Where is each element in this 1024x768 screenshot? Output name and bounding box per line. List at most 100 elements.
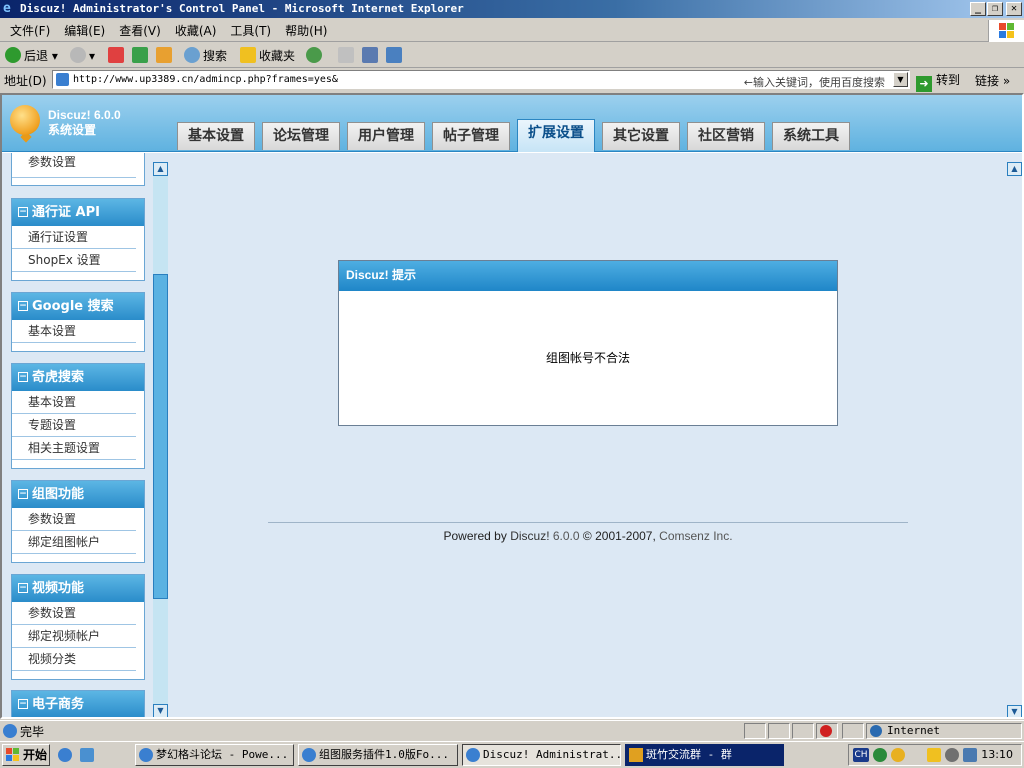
menu-help[interactable]: 帮助(H) [278, 20, 334, 42]
qq-group-icon [629, 748, 643, 762]
tab-basic-settings[interactable]: 基本设置 [177, 122, 255, 150]
sidebar-item-params[interactable]: 参数设置 [12, 153, 136, 178]
close-button[interactable]: ✕ [1006, 2, 1022, 16]
product-link[interactable]: Discuz! 6.0.0 [510, 529, 579, 543]
links-button[interactable]: 链接 » [975, 72, 1010, 89]
company-link[interactable]: Comsenz Inc. [659, 529, 732, 543]
collapse-icon[interactable]: − [18, 489, 28, 499]
tab-post-management[interactable]: 帖子管理 [432, 122, 510, 150]
scroll-down-icon[interactable]: ▼ [153, 704, 168, 717]
clock: 13:10 [981, 748, 1013, 761]
print-button[interactable] [362, 47, 381, 65]
address-input[interactable]: http://www.up3389.cn/admincp.php?frames=… [52, 70, 910, 89]
search-button[interactable]: 搜索 [184, 47, 227, 65]
tab-other-settings[interactable]: 其它设置 [602, 122, 680, 150]
main-scrollbar[interactable]: ▲ ▼ [1007, 162, 1022, 717]
start-button[interactable]: 开始 [2, 744, 50, 766]
tab-forum-management[interactable]: 论坛管理 [262, 122, 340, 150]
sidebar-item[interactable]: 专题设置 [12, 414, 136, 437]
scrollbar-thumb[interactable] [153, 274, 168, 599]
group-title-text: 视频功能 [32, 581, 85, 596]
go-arrow-icon: ➜ [916, 76, 932, 92]
collapse-icon[interactable]: − [18, 699, 28, 709]
sidebar-frame: 参数设置 − 通行证 API 通行证设置 ShopEx 设置 − Google 搜索… [2, 153, 170, 717]
go-button[interactable]: ➜ 转到 [916, 71, 960, 92]
taskbar-item[interactable]: 梦幻格斗论坛 - Powe... [135, 744, 294, 766]
privacy-icon[interactable] [816, 723, 838, 739]
system-tray: CH 13:10 [848, 744, 1022, 766]
menu-favorites[interactable]: 收藏(A) [168, 20, 224, 42]
header-subtitle: 系统设置 [48, 123, 97, 137]
status-cell [792, 723, 814, 739]
taskbar-item[interactable]: 组图服务插件1.0版Fo... [298, 744, 458, 766]
taskbar-item-flashing[interactable]: 斑竹交流群 - 群 [625, 744, 784, 766]
search-label: 搜索 [203, 49, 228, 63]
ie-icon [139, 748, 153, 762]
tray-app-icon[interactable] [891, 748, 905, 762]
collapse-icon[interactable]: − [18, 583, 28, 593]
volume-icon[interactable] [945, 748, 959, 762]
sidebar-item[interactable]: 参数设置 [12, 508, 136, 531]
sidebar-item[interactable]: 绑定视频帐户 [12, 625, 136, 648]
address-url: http://www.up3389.cn/admincp.php?frames=… [73, 74, 338, 85]
sidebar-item[interactable]: 基本设置 [12, 320, 136, 343]
edit-button[interactable] [386, 47, 405, 65]
tab-user-management[interactable]: 用户管理 [347, 122, 425, 150]
sidebar-item[interactable]: 通行证设置 [12, 226, 136, 249]
sidebar-group-title[interactable]: − 组图功能 [12, 481, 144, 508]
sidebar-scrollbar[interactable]: ▲ ▼ [153, 162, 168, 717]
home-icon [156, 47, 172, 63]
quicklaunch-ie-icon[interactable] [58, 748, 72, 762]
history-button[interactable] [306, 47, 325, 65]
sidebar-item[interactable]: 相关主题设置 [12, 437, 136, 460]
collapse-icon[interactable]: − [18, 301, 28, 311]
mail-button[interactable] [338, 47, 357, 65]
ime-indicator[interactable]: CH [853, 748, 869, 762]
menu-view[interactable]: 查看(V) [112, 20, 168, 42]
menu-edit[interactable]: 编辑(E) [57, 20, 112, 42]
scroll-up-icon[interactable]: ▲ [1007, 162, 1022, 176]
minimize-button[interactable]: _ [970, 2, 986, 16]
scroll-up-icon[interactable]: ▲ [153, 162, 168, 176]
edit-icon [386, 47, 402, 63]
task-label: 梦幻格斗论坛 - Powe... [156, 748, 289, 761]
tab-extension-settings[interactable]: 扩展设置 [517, 119, 595, 152]
menu-file[interactable]: 文件(F) [3, 20, 57, 42]
sidebar-item[interactable]: 视频分类 [12, 648, 136, 671]
collapse-icon[interactable]: − [18, 372, 28, 382]
security-shield-icon[interactable] [873, 748, 887, 762]
favorites-label: 收藏夹 [259, 49, 296, 63]
sidebar-item[interactable]: 基本设置 [12, 391, 136, 414]
back-button[interactable]: 后退 ▾ [5, 47, 58, 65]
sidebar-group-title[interactable]: − 视频功能 [12, 575, 144, 602]
tab-system-tools[interactable]: 系统工具 [772, 122, 850, 150]
zone-text: Internet [887, 724, 940, 737]
scroll-down-icon[interactable]: ▼ [1007, 705, 1022, 717]
home-button[interactable] [156, 47, 175, 65]
sidebar-item[interactable]: 参数设置 [12, 602, 136, 625]
favorites-button[interactable]: 收藏夹 [240, 47, 295, 65]
sidebar-group-title[interactable]: − 电子商务 [12, 691, 144, 717]
tray-star-icon[interactable] [927, 748, 941, 762]
group-title-text: 电子商务 [32, 697, 85, 712]
sidebar-group-title[interactable]: − 通行证 API [12, 199, 144, 226]
forward-button[interactable]: ▾ [70, 47, 95, 65]
quicklaunch-desktop-icon[interactable] [80, 748, 94, 762]
restore-button[interactable]: ❐ [987, 2, 1003, 16]
sidebar-group-qihoo: − 奇虎搜索 基本设置 专题设置 相关主题设置 [11, 363, 145, 469]
sidebar-group-title[interactable]: − 奇虎搜索 [12, 364, 144, 391]
message-box: Discuz! 提示 组图帐号不合法 [338, 260, 838, 426]
stop-button[interactable] [108, 47, 127, 65]
sidebar-item[interactable]: 绑定组图帐户 [12, 531, 136, 554]
tab-community-marketing[interactable]: 社区营销 [687, 122, 765, 150]
back-arrow-icon [5, 47, 21, 63]
taskbar-item-active[interactable]: Discuz! Administrat... [462, 744, 621, 766]
sidebar-group-title[interactable]: − Google 搜索 [12, 293, 144, 320]
main-frame: Discuz! 提示 组图帐号不合法 Powered by Discuz! 6.… [170, 153, 1022, 717]
collapse-icon[interactable]: − [18, 207, 28, 217]
sidebar-item[interactable]: ShopEx 设置 [12, 249, 136, 272]
menu-tools[interactable]: 工具(T) [223, 20, 278, 42]
network-icon[interactable] [963, 748, 977, 762]
address-dropdown-icon[interactable]: ▼ [893, 72, 908, 87]
refresh-button[interactable] [132, 47, 151, 65]
